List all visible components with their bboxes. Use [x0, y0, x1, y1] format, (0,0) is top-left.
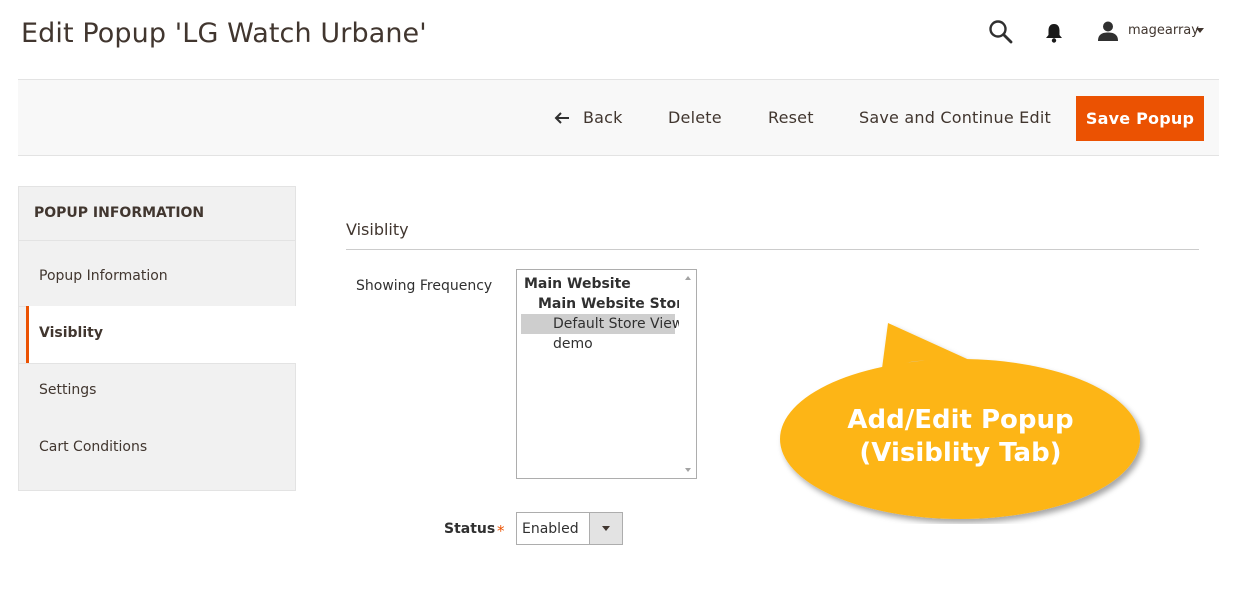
divider [346, 249, 1199, 250]
page-actions-toolbar: Back Delete Reset Save and Continue Edit… [18, 79, 1219, 156]
sidebar-tabs: POPUP INFORMATION Popup Information Visi… [18, 186, 296, 491]
reset-button[interactable]: Reset [768, 108, 814, 127]
scroll-up-icon[interactable] [685, 276, 691, 280]
user-icon[interactable] [1097, 20, 1119, 42]
sidebar-item-visiblity[interactable]: Visiblity [26, 306, 296, 363]
scroll-down-icon[interactable] [685, 468, 691, 472]
sidebar-item-popup-information[interactable]: Popup Information [19, 249, 295, 306]
showing-frequency-multiselect[interactable]: Main Website Main Website Store Default … [516, 269, 697, 479]
sidebar-item-settings[interactable]: Settings [19, 363, 295, 420]
sidebar-item-label: Popup Information [39, 268, 168, 284]
save-and-continue-button[interactable]: Save and Continue Edit [859, 108, 1051, 127]
status-select[interactable]: Enabled [516, 512, 623, 545]
sidebar-title: POPUP INFORMATION [34, 205, 205, 221]
delete-button[interactable]: Delete [668, 108, 722, 127]
divider [19, 240, 295, 241]
callout-line-2: (Visiblity Tab) [859, 438, 1062, 468]
bell-icon[interactable] [1044, 22, 1064, 44]
callout-line-1: Add/Edit Popup [847, 405, 1074, 435]
user-menu-name[interactable]: magearray [1128, 23, 1199, 38]
multiselect-option[interactable]: demo [521, 334, 675, 354]
page-title: Edit Popup 'LG Watch Urbane' [21, 18, 427, 49]
multiselect-option[interactable]: Main Website Store [521, 294, 692, 314]
status-selected-value: Enabled [522, 521, 579, 537]
sidebar-item-label: Settings [39, 382, 97, 398]
back-button[interactable]: Back [583, 108, 623, 127]
scrollbar[interactable] [679, 270, 696, 478]
save-popup-button[interactable]: Save Popup [1076, 96, 1204, 141]
showing-frequency-label: Showing Frequency [356, 278, 493, 294]
sidebar-item-cart-conditions[interactable]: Cart Conditions [19, 420, 295, 477]
sidebar-item-label: Visiblity [39, 325, 103, 341]
callout-text: Add/Edit Popup (Visiblity Tab) [777, 404, 1144, 470]
select-toggle[interactable] [589, 513, 622, 544]
multiselect-option[interactable]: Main Website [521, 274, 675, 294]
chevron-down-icon[interactable] [1196, 28, 1204, 33]
search-icon[interactable] [988, 19, 1014, 45]
arrow-left-icon[interactable] [554, 110, 570, 126]
multiselect-option-selected[interactable]: Default Store View [521, 314, 683, 334]
status-label: Status [444, 521, 496, 537]
required-indicator: * [497, 522, 505, 540]
chevron-down-icon [602, 526, 610, 531]
sidebar-item-label: Cart Conditions [39, 439, 148, 455]
section-title: Visiblity [346, 220, 409, 239]
